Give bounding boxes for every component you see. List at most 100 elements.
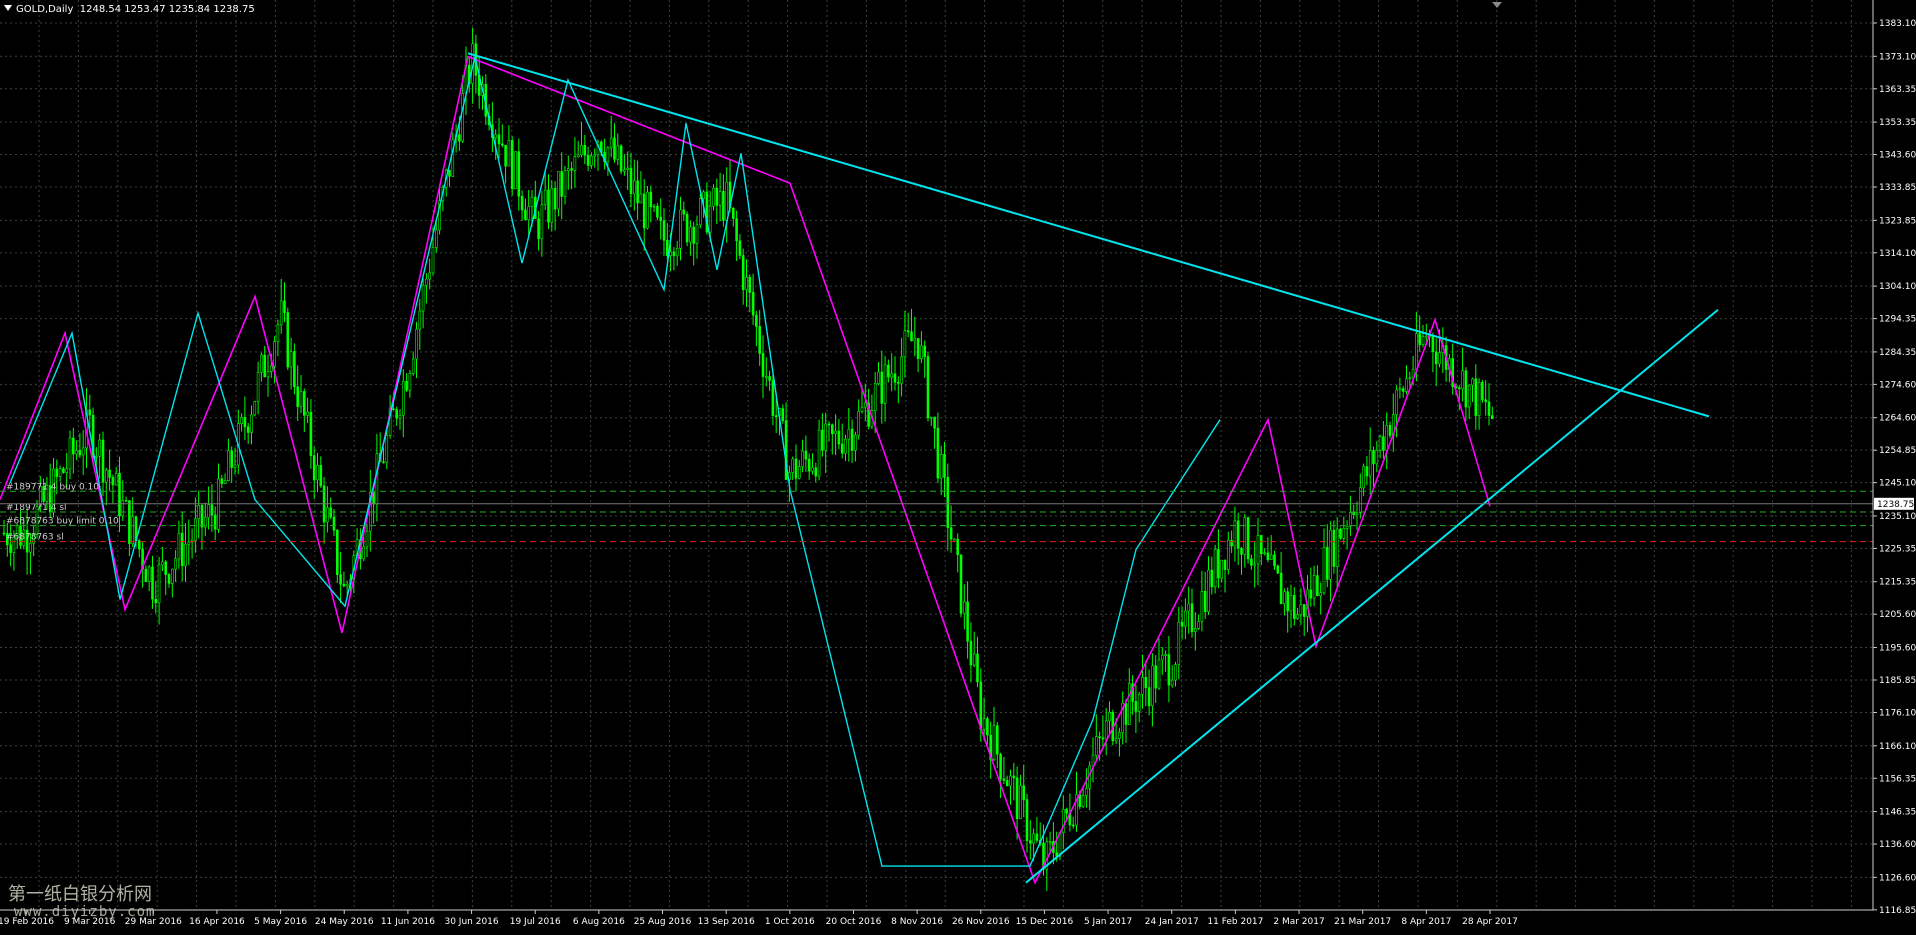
candle-bear xyxy=(111,477,115,486)
candle-bull xyxy=(421,284,425,312)
candle-bear xyxy=(682,209,686,215)
candle-bull xyxy=(1398,388,1402,391)
candle-bear xyxy=(154,598,158,604)
candle-bull xyxy=(1220,559,1223,579)
candle-bear xyxy=(1491,415,1494,419)
candle-bear xyxy=(936,427,940,479)
candle-bull xyxy=(1405,378,1408,392)
candle-bull xyxy=(929,416,933,419)
candle-bear xyxy=(692,226,696,244)
candle-bull xyxy=(1345,525,1349,529)
candle-bear xyxy=(101,439,105,483)
candle-bull xyxy=(95,455,98,458)
candle-bear xyxy=(553,188,557,210)
y-tick-label: 1274.60 xyxy=(1879,380,1916,390)
candle-bull xyxy=(260,354,263,373)
candle-bear xyxy=(1352,512,1355,515)
candle-bear xyxy=(1147,687,1151,707)
candle-bull xyxy=(1395,389,1398,415)
candle-bull xyxy=(114,472,118,486)
menu-triangle-icon[interactable] xyxy=(4,5,12,11)
candle-bull xyxy=(408,373,412,391)
candle-bull xyxy=(1467,384,1471,408)
candle-bull xyxy=(98,439,101,457)
candle-bull xyxy=(233,464,237,468)
candle-bear xyxy=(1124,702,1128,725)
x-tick-label: 28 Apr 2017 xyxy=(1462,917,1518,927)
candle-bear xyxy=(916,338,920,360)
candle-bull xyxy=(593,154,597,157)
candle-bear xyxy=(943,454,946,478)
candle-bull xyxy=(1019,785,1022,819)
candle-bear xyxy=(1418,333,1421,345)
candle-bear xyxy=(1071,824,1075,827)
candle-bull xyxy=(121,500,125,517)
candle-bull xyxy=(434,229,438,248)
candle-bull xyxy=(718,191,722,206)
candle-bear xyxy=(662,220,666,241)
y-tick-label: 1235.10 xyxy=(1879,512,1916,522)
candle-bull xyxy=(1032,833,1035,844)
candle-bull xyxy=(920,345,923,360)
candle-bull xyxy=(669,251,672,256)
candle-bull xyxy=(745,277,748,290)
candle-bull xyxy=(75,450,78,455)
candle-bear xyxy=(1210,569,1214,588)
candle-bull xyxy=(174,558,177,570)
candle-bear xyxy=(570,168,573,171)
candle-bull xyxy=(903,330,907,358)
candle-bull xyxy=(316,465,319,481)
candle-bull xyxy=(1269,554,1273,560)
candle-bull xyxy=(425,278,428,286)
candle-bull xyxy=(411,358,415,374)
candle-bull xyxy=(900,356,903,384)
candle-bear xyxy=(893,373,897,383)
candle-bull xyxy=(1312,575,1316,599)
x-tick-label: 5 Jan 2017 xyxy=(1084,917,1132,927)
ohlc-readout: 1248.54 1253.47 1235.84 1238.75 xyxy=(79,4,255,15)
candle-bear xyxy=(1302,604,1306,617)
candle-bear xyxy=(613,137,616,160)
candle-bear xyxy=(9,544,12,553)
x-tick-label: 6 Aug 2016 xyxy=(573,917,625,927)
candle-bull xyxy=(1227,539,1230,570)
order-label: #6878763 buy limit 0.10 xyxy=(6,517,119,527)
candle-bull xyxy=(580,144,583,156)
y-tick-label: 1245.10 xyxy=(1879,479,1916,489)
candle-bear xyxy=(887,364,890,378)
candle-bull xyxy=(398,414,402,419)
candle-bear xyxy=(1276,565,1280,574)
y-tick-label: 1343.60 xyxy=(1879,151,1916,161)
candle-bull xyxy=(1243,517,1247,555)
y-tick-label: 1225.35 xyxy=(1879,544,1916,554)
candle-bear xyxy=(72,437,75,455)
candle-bull xyxy=(623,169,626,172)
candle-bull xyxy=(811,467,814,472)
candle-bear xyxy=(2,532,6,535)
candle-bull xyxy=(913,338,917,342)
price-chart[interactable]: #189771 4 buy 0.10 #189771 4 sl #6878763 b… xyxy=(0,0,1916,935)
candle-bull xyxy=(1118,732,1121,739)
candle-bull xyxy=(1322,546,1326,594)
candle-bear xyxy=(1029,840,1032,844)
candle-bear xyxy=(55,468,59,477)
candle-bear xyxy=(230,450,233,468)
candle-bull xyxy=(365,530,369,548)
candle-bull xyxy=(873,383,877,411)
candle-bull xyxy=(1461,370,1464,390)
symbol-label: GOLD,Daily xyxy=(16,4,74,15)
candle-bear xyxy=(659,216,663,221)
candle-bear xyxy=(586,154,590,166)
candle-bull xyxy=(877,371,880,384)
candle-bear xyxy=(524,209,527,221)
y-tick-label: 1284.35 xyxy=(1879,348,1916,358)
candle-bear xyxy=(821,429,824,451)
candle-bear xyxy=(976,653,979,683)
candle-bull xyxy=(764,376,768,378)
y-tick-label: 1304.10 xyxy=(1879,282,1916,292)
candle-bear xyxy=(1250,558,1253,566)
candle-bull xyxy=(289,351,293,368)
x-tick-label: 13 Sep 2016 xyxy=(698,917,755,927)
candle-bear xyxy=(649,191,653,208)
candle-bear xyxy=(1236,520,1240,549)
